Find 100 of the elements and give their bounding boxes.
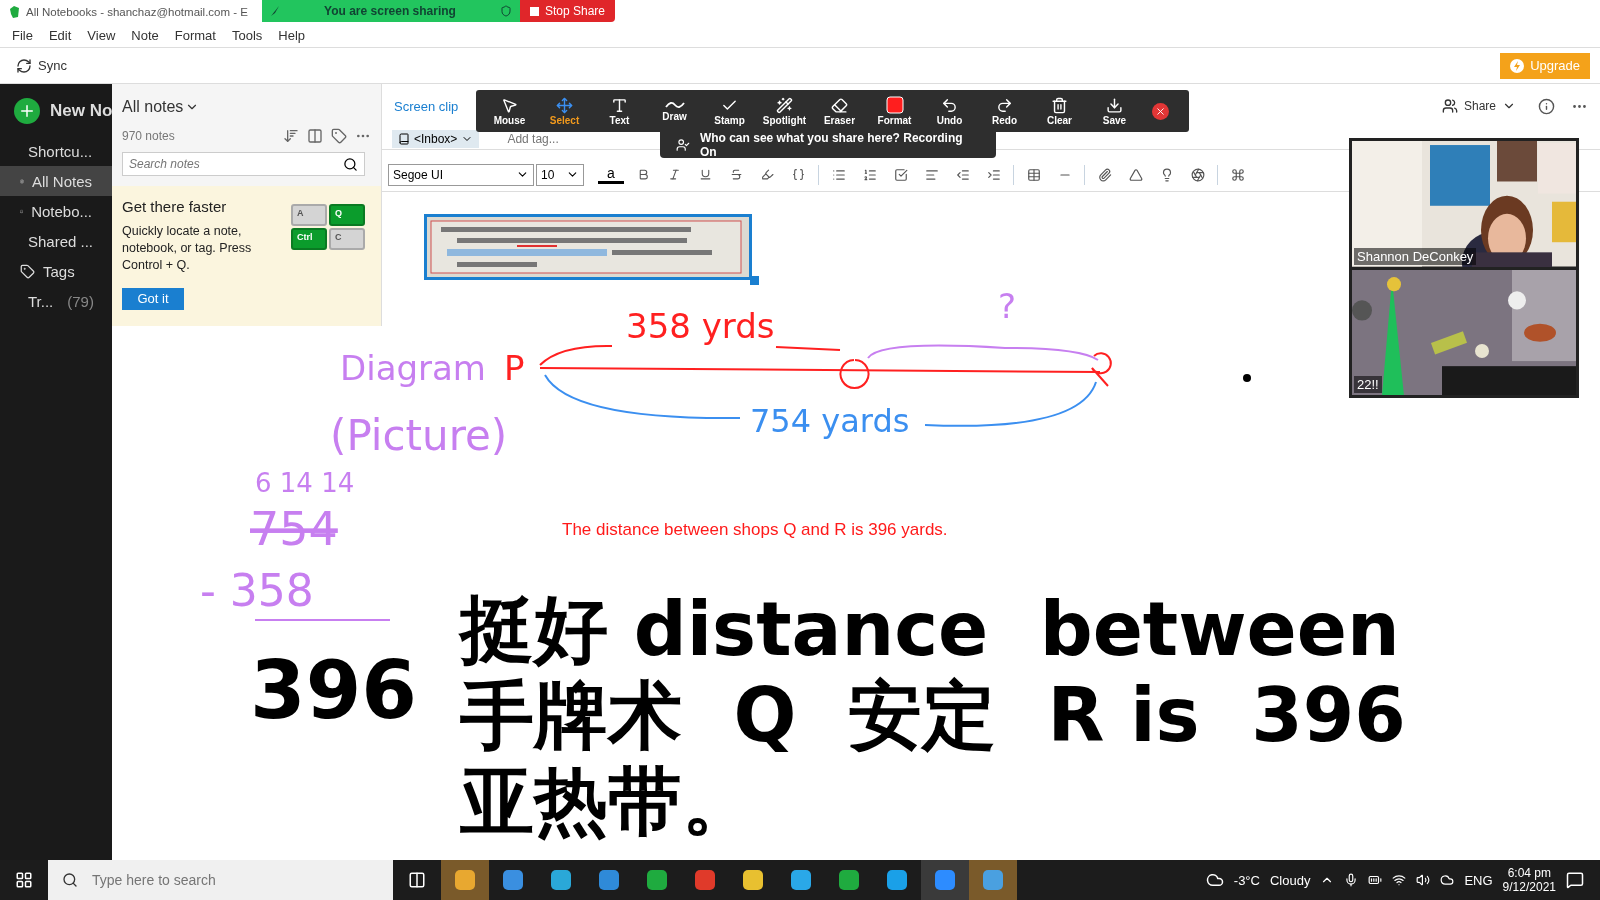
sidebar-item[interactable]: Tr... (79) xyxy=(0,286,112,316)
search-icon xyxy=(343,156,358,172)
notebook-dropdown[interactable]: <Inbox> xyxy=(392,129,480,148)
handwritten-text: ? xyxy=(998,286,1017,326)
tag-icon[interactable] xyxy=(331,128,347,144)
indent-icon[interactable] xyxy=(986,167,1001,182)
annotation-tool[interactable]: Format xyxy=(867,96,922,126)
notes-dropdown[interactable]: All notes xyxy=(112,84,210,124)
annotation-tool[interactable]: Save xyxy=(1087,96,1142,126)
menu-item[interactable]: Tools xyxy=(223,28,271,43)
font-select[interactable]: Segoe UI xyxy=(388,163,534,186)
annotation-tool[interactable]: Clear xyxy=(1032,96,1087,126)
info-icon[interactable] xyxy=(1538,97,1555,115)
key: C xyxy=(329,228,365,250)
braces-icon[interactable] xyxy=(792,168,805,181)
menu-item[interactable]: Edit xyxy=(40,28,80,43)
annotation-tool[interactable]: Spotlight xyxy=(757,96,812,126)
key: Q xyxy=(329,204,365,226)
menu-item[interactable]: Format xyxy=(166,28,224,43)
view-icon[interactable] xyxy=(307,128,323,144)
handwritten-text: - 358 xyxy=(200,565,314,616)
annotation-tool[interactable]: Text xyxy=(592,96,647,126)
size-select[interactable]: 10 xyxy=(536,163,584,186)
command-icon[interactable] xyxy=(1230,167,1245,182)
paperclip-icon[interactable] xyxy=(1097,167,1112,182)
cloud-icon[interactable] xyxy=(1440,873,1455,887)
cloud-icon xyxy=(1205,871,1224,889)
menu-item[interactable]: Help xyxy=(270,28,314,43)
stop-share-button[interactable]: Stop Share xyxy=(520,0,616,22)
annotation-tool[interactable]: Select xyxy=(537,96,592,126)
dot-mark xyxy=(1243,374,1251,382)
checkbox-icon[interactable] xyxy=(893,167,908,182)
windows-icon[interactable] xyxy=(15,871,33,889)
tip-text: Quickly locate a note, notebook, or tag. Press Control + Q. xyxy=(122,223,253,274)
search-field[interactable]: Search notes xyxy=(129,153,339,175)
language[interactable]: ENG xyxy=(1464,872,1493,888)
recording-notice[interactable]: Who can see what you share here? Recording On xyxy=(660,132,996,158)
sharing-banner: You are screen sharing xyxy=(262,0,520,22)
ink-stroke xyxy=(775,346,841,351)
temperature: -3°C xyxy=(1233,872,1260,888)
annotation-tool[interactable]: Draw xyxy=(647,100,702,122)
taskbar-search[interactable]: Type here to search xyxy=(48,860,393,900)
search-field[interactable]: Type here to search xyxy=(90,865,379,895)
sidebar-item[interactable]: Notebo... xyxy=(0,196,112,226)
clock[interactable]: 6:04 pm 9/12/2021 xyxy=(1502,866,1556,894)
mic-icon[interactable] xyxy=(1344,873,1359,887)
menu-item[interactable]: File xyxy=(4,28,41,43)
menu-item[interactable]: Note xyxy=(123,28,167,43)
network-icon[interactable] xyxy=(1392,873,1407,887)
sidebar-item[interactable]: Tags xyxy=(0,256,112,286)
text-color-button[interactable]: a xyxy=(598,165,624,184)
answer-text: The distance between shops Q and R is 396 yards. xyxy=(562,520,948,540)
bullet-list-icon[interactable] xyxy=(831,167,846,182)
handwritten-text: P xyxy=(504,348,525,388)
sync-button[interactable]: Sync xyxy=(10,56,73,75)
highlighter-icon[interactable] xyxy=(761,168,774,181)
handwritten-text: 754 xyxy=(250,502,338,556)
participant-name: 22!! xyxy=(1354,376,1382,393)
search-icon xyxy=(62,872,78,888)
annotation-tool[interactable]: Redo xyxy=(977,96,1032,126)
sidebar-item[interactable]: Shared ... xyxy=(0,226,112,256)
underline-icon[interactable] xyxy=(699,168,712,181)
align-icon[interactable] xyxy=(924,167,939,182)
bold-icon[interactable] xyxy=(637,168,650,181)
numbered-list-icon[interactable] xyxy=(862,167,877,182)
sidebar-item[interactable]: All Notes xyxy=(0,166,112,196)
triangle-icon[interactable] xyxy=(1128,167,1143,182)
plus-icon xyxy=(18,102,36,120)
new-note-button[interactable]: New No xyxy=(0,96,112,126)
close-button[interactable] xyxy=(1152,102,1169,120)
annotation-tool[interactable]: Undo xyxy=(922,96,977,126)
notification-icon[interactable] xyxy=(1566,871,1584,889)
share-button[interactable]: Share xyxy=(1435,97,1522,115)
italic-icon[interactable] xyxy=(668,168,681,181)
speaker-icon[interactable] xyxy=(1416,873,1431,887)
screen-clip-link[interactable]: Screen clip xyxy=(394,98,459,114)
got-it-button[interactable]: Got it xyxy=(122,287,184,310)
people-icon xyxy=(1441,98,1458,114)
pointer-icon xyxy=(501,96,518,114)
annotation-tool[interactable]: Stamp xyxy=(702,96,757,126)
strikethrough-icon[interactable] xyxy=(730,168,743,181)
bolt-icon xyxy=(1510,58,1525,73)
annotation-tool[interactable]: Mouse xyxy=(482,96,537,126)
table-icon[interactable] xyxy=(1026,167,1041,182)
handwritten-text: (Picture) xyxy=(330,411,508,460)
task-view-icon[interactable] xyxy=(408,871,426,889)
menu-item[interactable]: View xyxy=(79,28,124,43)
sidebar-item[interactable]: Shortcu... xyxy=(0,136,112,166)
resize-handle[interactable] xyxy=(750,276,759,285)
annotation-tool[interactable]: Eraser xyxy=(812,96,867,126)
search-box[interactable]: Search notes xyxy=(122,152,365,176)
sort-icon[interactable] xyxy=(283,128,299,144)
aperture-icon[interactable] xyxy=(1190,167,1205,182)
window-title: All Notebooks - shanchaz@hotmail.com - E xyxy=(26,6,248,18)
text-icon xyxy=(611,96,628,114)
outdent-icon[interactable] xyxy=(955,167,970,182)
handwritten-text: 396 xyxy=(250,644,417,737)
key: Ctrl xyxy=(291,228,327,250)
key: A xyxy=(291,204,327,226)
battery-icon[interactable] xyxy=(1368,873,1383,887)
